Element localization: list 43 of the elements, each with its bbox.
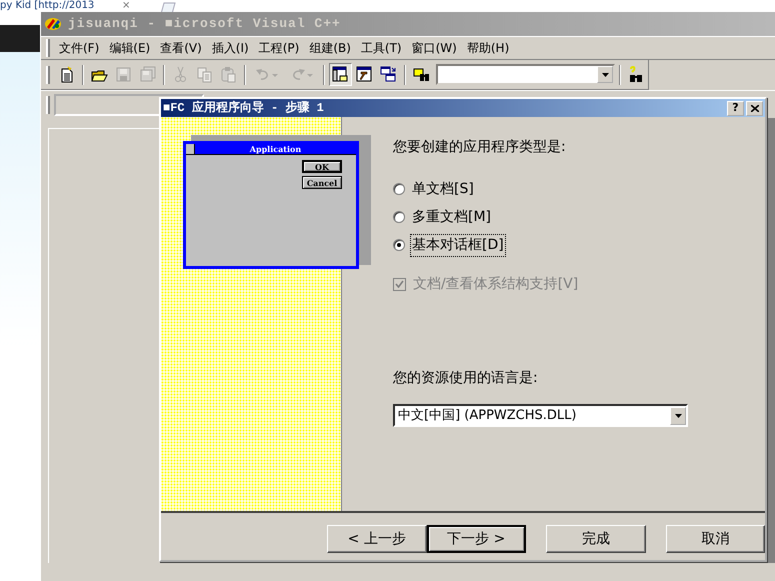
find-in-files-icon[interactable] — [413, 66, 430, 83]
language-label: 您的资源使用的语言是: — [393, 369, 539, 388]
browser-bar — [0, 25, 40, 52]
radio-label[interactable]: 基本对话框[D] — [411, 234, 505, 256]
help-button[interactable]: ? — [727, 100, 744, 116]
preview-title: Application — [248, 144, 302, 154]
find-combo[interactable] — [436, 64, 615, 85]
tab-close-icon[interactable]: × — [122, 0, 130, 11]
menu-item[interactable]: 插入(I) — [206, 39, 254, 57]
window-list-icon[interactable] — [380, 66, 397, 83]
window-title: jisuanqi - ■icrosoft Visual C++ — [68, 15, 341, 34]
close-icon[interactable] — [750, 104, 758, 112]
app-icon — [44, 17, 62, 31]
check-icon — [395, 280, 404, 288]
menu-item[interactable]: 帮助(H) — [462, 39, 514, 57]
menu-item[interactable]: 组建(B) — [304, 39, 356, 57]
menu-item[interactable]: 工程(P) — [254, 39, 304, 57]
wizard-button[interactable]: 完成 — [546, 525, 646, 553]
menu-item[interactable]: 文件(F) — [54, 39, 104, 57]
menu-item[interactable]: 窗口(W) — [406, 39, 462, 57]
dropdown-arrow-icon[interactable] — [602, 72, 608, 76]
radio-label[interactable]: 多重文档[M] — [411, 206, 492, 228]
radio-button[interactable] — [393, 239, 405, 251]
wizard-button[interactable]: 取消 — [666, 525, 765, 553]
question-label: 您要创建的应用程序类型是: — [393, 138, 567, 157]
preview-button[interactable]: Cancel — [302, 176, 342, 189]
browser-tab-title[interactable]: py Kid [http://2013 — [0, 0, 94, 11]
menu-item[interactable]: 编辑(E) — [104, 39, 156, 57]
menu-item[interactable]: 工具(T) — [356, 39, 407, 57]
close-button[interactable] — [746, 100, 763, 116]
dropdown-arrow-icon[interactable] — [674, 414, 682, 418]
wizard-button[interactable]: 下一步 > — [426, 525, 526, 553]
hammer-icon[interactable] — [356, 66, 373, 83]
menu-item[interactable]: 查看(V) — [155, 39, 207, 57]
radio-button[interactable] — [393, 183, 405, 195]
binoculars-icon[interactable] — [628, 66, 645, 83]
radio-label[interactable]: 单文档[S] — [411, 178, 475, 200]
preview-button[interactable]: OK — [302, 160, 342, 173]
workspace-icon[interactable] — [332, 66, 349, 83]
wizard-button[interactable]: < 上一步 — [327, 525, 426, 553]
dialog-title: ■FC 应用程序向导 - 步骤 1 — [163, 100, 325, 117]
radio-button[interactable] — [393, 211, 405, 223]
language-select[interactable]: 中文[中国] (APPWZCHS.DLL) — [393, 404, 688, 427]
